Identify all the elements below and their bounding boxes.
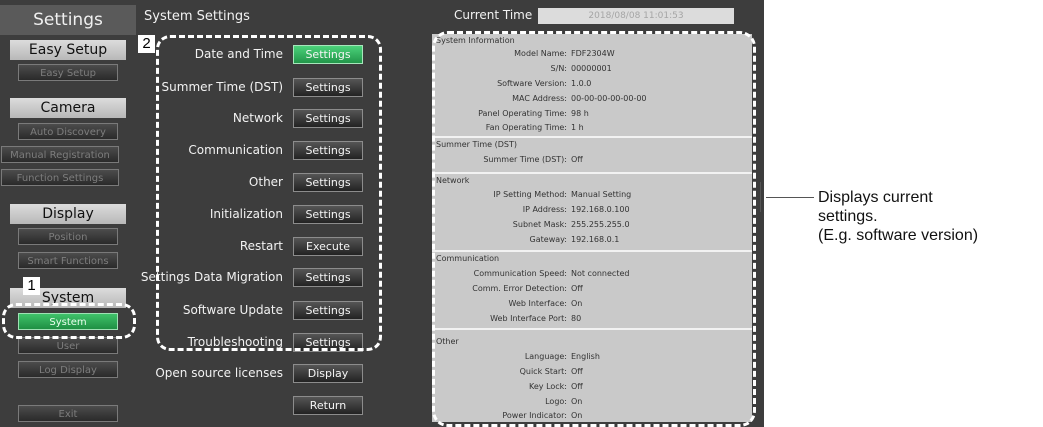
function-settings-button[interactable]: Function Settings bbox=[1, 169, 119, 186]
marker-1: 1 bbox=[23, 277, 40, 295]
callout-line-1: Displays current bbox=[818, 189, 933, 206]
smart-functions-button[interactable]: Smart Functions bbox=[18, 252, 118, 269]
marker-2: 2 bbox=[138, 35, 155, 53]
position-button[interactable]: Position bbox=[18, 228, 118, 245]
return-button[interactable]: Return bbox=[293, 396, 363, 415]
current-time-label: Current Time bbox=[454, 8, 533, 22]
user-button[interactable]: User bbox=[18, 337, 118, 354]
row-label-open-source: Open source licenses bbox=[155, 366, 283, 380]
highlight-outline-info bbox=[432, 31, 756, 427]
sidebar-heading-display: Display bbox=[10, 204, 126, 224]
page-title: System Settings bbox=[144, 9, 250, 24]
highlight-outline-system bbox=[2, 303, 136, 339]
current-time-value: 2018/08/08 11:01:53 bbox=[538, 8, 734, 24]
auto-discovery-button[interactable]: Auto Discovery bbox=[18, 123, 118, 140]
callout-bracket bbox=[760, 182, 765, 212]
open-source-display-button[interactable]: Display bbox=[293, 364, 363, 383]
manual-registration-button[interactable]: Manual Registration bbox=[1, 146, 119, 163]
callout-text: Displays current settings. (E.g. softwar… bbox=[818, 188, 978, 245]
highlight-outline-settings bbox=[156, 35, 382, 351]
sidebar-title: Settings bbox=[0, 5, 136, 35]
callout-line-2: settings. bbox=[818, 208, 878, 225]
callout-line-3: (E.g. software version) bbox=[818, 227, 979, 244]
sidebar: Settings Easy Setup Easy Setup Camera Au… bbox=[0, 0, 136, 427]
callout-line bbox=[766, 197, 814, 198]
log-display-button[interactable]: Log Display bbox=[18, 361, 118, 378]
exit-button[interactable]: Exit bbox=[18, 405, 118, 422]
sidebar-heading-camera: Camera bbox=[10, 98, 126, 118]
easy-setup-button[interactable]: Easy Setup bbox=[18, 64, 118, 81]
sidebar-heading-easy-setup: Easy Setup bbox=[10, 40, 126, 60]
